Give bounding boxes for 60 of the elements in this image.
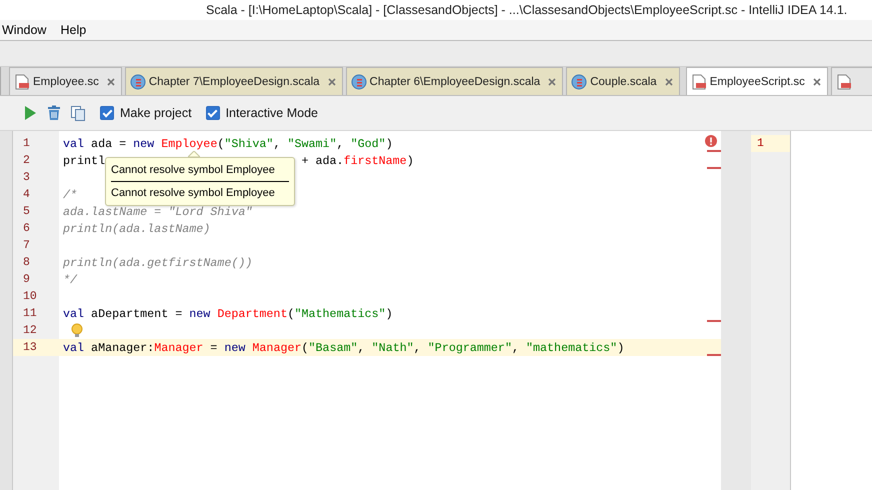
tooltip-message: Cannot resolve symbol Employee (111, 163, 276, 178)
tab-label: Chapter 7\EmployeeDesign.scala (148, 76, 320, 88)
copy-icon[interactable] (70, 105, 86, 121)
close-icon[interactable] (664, 76, 674, 86)
output-value: 1 (751, 135, 790, 152)
line-number: 6 (23, 222, 30, 235)
line-number: 9 (23, 273, 30, 286)
menu-item[interactable]: Help (60, 23, 86, 37)
editor-tab[interactable]: Chapter 7\EmployeeDesign.scala (124, 67, 343, 95)
editor-tab[interactable]: Employee.sc (9, 67, 122, 95)
code-line: printl (63, 154, 106, 168)
line-number: 4 (23, 188, 30, 201)
checkbox-label: Make project (120, 106, 192, 120)
code-line: ada.lastName = "Lord Shiva" (63, 204, 252, 218)
checkbox[interactable] (206, 106, 220, 120)
line-number: 3 (23, 171, 30, 184)
code-line: println(ada.getfirstName()) (63, 256, 252, 270)
editor-tab[interactable] (830, 67, 872, 95)
code-line: /* (63, 188, 78, 202)
tooltip-message: Cannot resolve symbol Employee (111, 186, 276, 201)
line-number: 13 (23, 341, 37, 354)
line-number: 2 (23, 154, 30, 167)
code-line: val aManager:Manager = new Manager("Basam", "Nath", "Programmer", "mathematics") (63, 340, 624, 354)
checkbox[interactable] (100, 106, 114, 120)
tab-label: Employee.sc (33, 76, 99, 88)
line-number: 5 (23, 205, 30, 218)
tab-label: EmployeeScript.sc (710, 76, 805, 88)
editor-tab[interactable]: EmployeeScript.sc (686, 67, 828, 95)
class-file-icon (571, 74, 588, 90)
class-file-icon (130, 74, 146, 90)
checkbox-label: Interactive Mode (226, 106, 318, 120)
editor-tab[interactable]: Chapter 6\EmployeeDesign.scala (346, 67, 564, 95)
window-title: Scala - [I:\HomeLaptop\Scala] - [ClassesandObjects] - ...\ClassesandObjects\EmployeeScript.sc - IntelliJ IDEA 14.1. (206, 3, 848, 17)
script-file-icon (690, 74, 707, 90)
tab-label: Chapter 6\EmployeeDesign.scala (370, 76, 540, 88)
line-number: 8 (23, 256, 30, 269)
line-number: 12 (23, 324, 37, 337)
script-file-icon (836, 74, 852, 90)
tab-label: Couple.scala (590, 76, 657, 88)
close-icon[interactable] (812, 76, 822, 86)
close-icon[interactable] (326, 76, 337, 86)
error-icon (705, 135, 717, 147)
code-line: + ada.firstName) (300, 154, 414, 168)
script-file-icon (14, 74, 30, 90)
code-line: */ (63, 272, 78, 286)
code-line: val aDepartment = new Department("Mathematics") (63, 306, 393, 320)
code-line: println(ada.lastName) (63, 222, 210, 236)
run-icon[interactable] (22, 105, 38, 121)
class-file-icon (350, 74, 367, 90)
line-number: 1 (23, 137, 30, 150)
line-number: 10 (23, 290, 37, 303)
close-icon[interactable] (106, 76, 116, 86)
line-number: 7 (23, 239, 30, 252)
line-number: 11 (23, 307, 37, 320)
close-icon[interactable] (547, 76, 558, 86)
lightbulb-icon[interactable] (71, 323, 83, 338)
code-line: val ada = new Employee("Shiva", "Swami", "God") (63, 136, 393, 150)
trash-icon[interactable] (46, 105, 62, 121)
editor-tab[interactable]: Couple.scala (566, 67, 680, 95)
menu-item[interactable]: Window (2, 23, 46, 37)
